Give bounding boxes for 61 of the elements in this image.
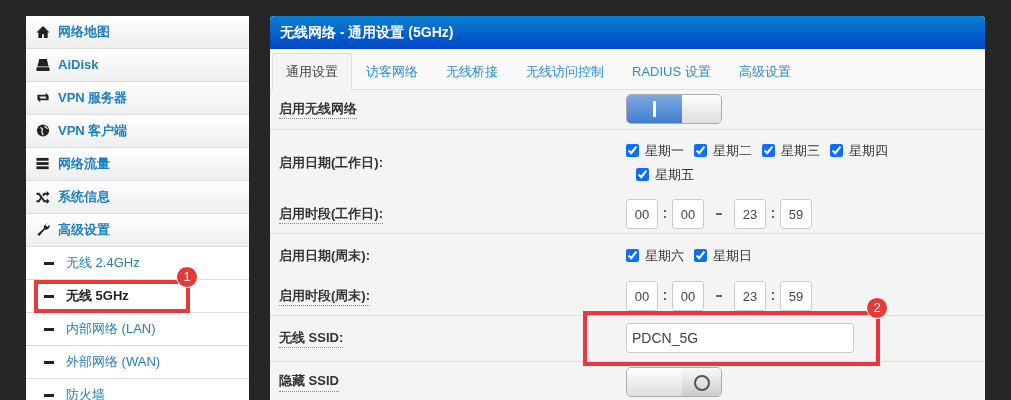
checkbox[interactable]	[694, 249, 707, 262]
time-field[interactable]: 00	[672, 281, 704, 311]
dash-separator	[716, 213, 722, 215]
tab[interactable]: 访客网络	[352, 53, 432, 90]
panel-title: 无线网络 - 通用设置 (5GHz)	[270, 16, 985, 49]
toggle-switch[interactable]	[626, 94, 722, 124]
field-label: 启用时段(工作日):	[279, 203, 383, 225]
checkbox[interactable]	[626, 144, 639, 158]
circle-icon	[694, 374, 710, 391]
wrench-icon	[36, 223, 50, 237]
weekday-label: 星期四	[849, 142, 888, 160]
weekday-label: 星期二	[713, 142, 752, 160]
tab[interactable]: 通用设置	[272, 53, 352, 90]
time-field[interactable]: 59	[780, 199, 812, 229]
tab[interactable]: 高级设置	[724, 53, 805, 90]
shuffle-icon	[36, 190, 50, 204]
checkbox[interactable]	[762, 144, 775, 158]
field-label: 无线 SSID:	[279, 327, 344, 349]
weekday-label: 星期一	[645, 142, 684, 160]
dash-icon	[44, 261, 54, 265]
colon-separator	[664, 210, 666, 218]
dash-icon	[44, 327, 54, 331]
time-field[interactable]: 00	[626, 199, 658, 229]
checkbox[interactable]	[626, 249, 639, 262]
sidebar-item[interactable]: 无线 5GHz	[26, 280, 249, 313]
time-field[interactable]: 23	[734, 281, 766, 311]
checkbox[interactable]	[830, 144, 843, 158]
colon-separator	[772, 292, 774, 300]
colon-separator	[772, 210, 774, 218]
ssid-field[interactable]: PDCN_5G	[626, 323, 854, 353]
list-icon	[36, 157, 50, 171]
field-label: 隐藏 SSID	[279, 371, 339, 392]
home-icon	[36, 25, 50, 39]
sidebar-item[interactable]: 网络地图	[26, 16, 249, 49]
tab[interactable]: RADIUS 设置	[618, 53, 725, 90]
weekday-label: 星期三	[781, 142, 820, 160]
dash-icon	[44, 360, 54, 364]
checkbox[interactable]	[694, 144, 707, 158]
toggle-switch[interactable]	[626, 366, 722, 397]
bar-icon	[653, 101, 656, 117]
globe-icon	[36, 124, 50, 138]
field-label: 启用日期(周末):	[279, 246, 370, 265]
weekday-label: 星期日	[713, 246, 752, 265]
time-field[interactable]: 00	[626, 281, 658, 311]
colon-separator	[664, 292, 666, 300]
dash-separator	[716, 295, 722, 297]
weekday-label: 星期六	[645, 246, 684, 265]
time-field[interactable]: 00	[672, 199, 704, 229]
field-label: 启用日期(工作日):	[279, 153, 383, 172]
field-label: 启用无线网络	[279, 98, 357, 120]
dash-icon	[44, 294, 54, 298]
annotation-number: 2	[866, 296, 888, 319]
tab[interactable]: 无线桥接	[432, 53, 512, 90]
checkbox[interactable]	[636, 167, 649, 181]
drive-icon	[36, 58, 50, 72]
time-field[interactable]: 23	[734, 199, 766, 229]
field-label: 启用时段(周末):	[279, 285, 370, 307]
tab[interactable]: 无线访问控制	[512, 53, 618, 90]
time-field[interactable]: 59	[780, 281, 812, 311]
dash-icon	[44, 393, 54, 397]
weekday-label: 星期五	[655, 165, 694, 184]
